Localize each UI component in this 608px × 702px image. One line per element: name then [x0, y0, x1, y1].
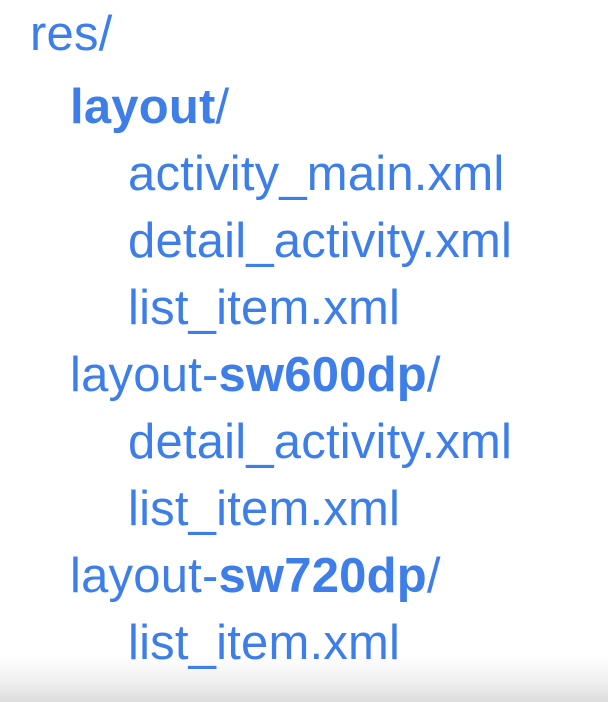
- path-separator: /: [98, 7, 113, 61]
- file-detail-activity: detail_activity.xml: [128, 214, 513, 268]
- folder-prefix: layout-: [70, 549, 219, 603]
- path-separator: /: [215, 80, 230, 134]
- folder-qualifier: sw720dp: [218, 549, 427, 603]
- file-list-item: list_item.xml: [128, 482, 401, 536]
- file-activity-main: activity_main.xml: [128, 147, 505, 201]
- root-folder-name: res: [30, 7, 99, 61]
- folder-layout-sw720dp: layout-sw720dp/: [70, 546, 441, 606]
- file-list-item: list_item.xml: [128, 281, 401, 335]
- file-tree: res/ layout/ activity_main.xml detail_ac…: [0, 0, 608, 702]
- file-list-item: list_item.xml: [128, 616, 401, 670]
- file-detail-activity: detail_activity.xml: [128, 415, 513, 469]
- folder-layout-sw600dp: layout-sw600dp/: [70, 345, 441, 405]
- folder-layout: layout/: [70, 77, 229, 137]
- folder-qualifier: layout: [70, 80, 216, 134]
- root-folder: res/: [30, 4, 113, 64]
- folder-qualifier: sw600dp: [218, 348, 427, 402]
- path-separator: /: [426, 348, 441, 402]
- folder-prefix: layout-: [70, 348, 219, 402]
- path-separator: /: [426, 549, 441, 603]
